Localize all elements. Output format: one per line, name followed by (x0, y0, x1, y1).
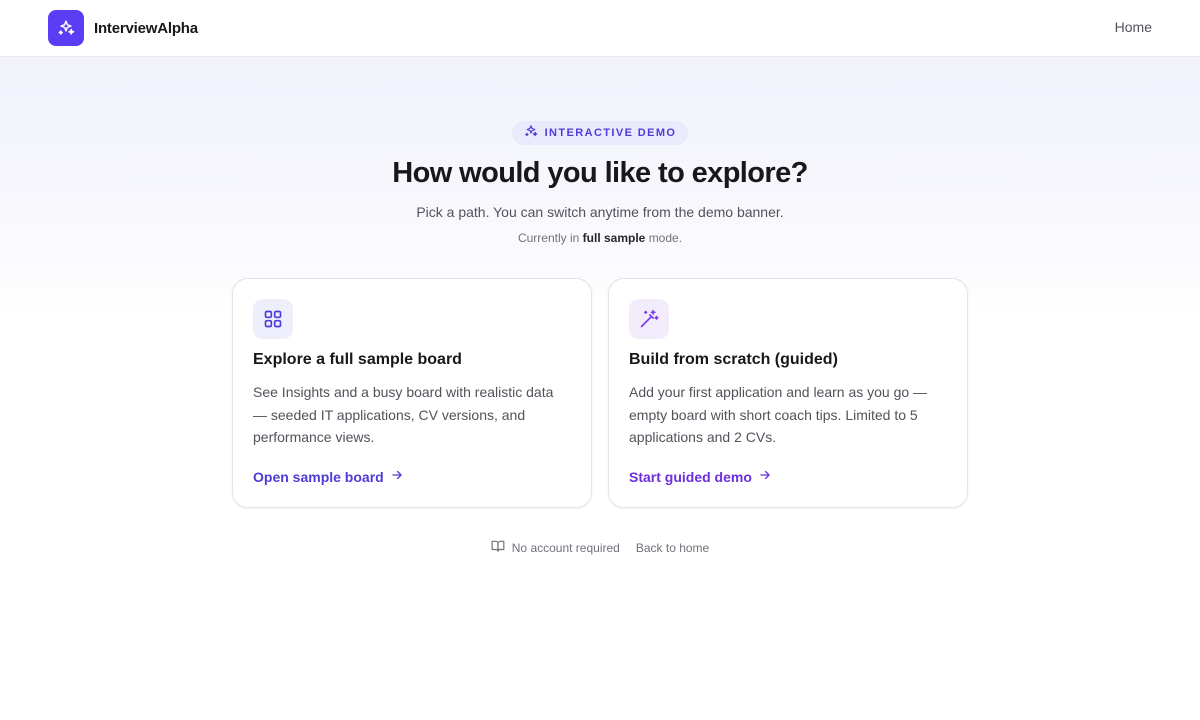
guided-demo-card[interactable]: Build from scratch (guided) Add your fir… (608, 278, 968, 508)
nav-home-link[interactable]: Home (1115, 19, 1152, 35)
card-description: Add your first application and learn as … (629, 384, 928, 445)
no-account-note: No account required (491, 539, 620, 556)
badge-label: INTERACTIVE DEMO (544, 127, 677, 139)
mode-suffix: mode. (648, 231, 683, 245)
book-open-icon (491, 539, 505, 556)
grid-icon (253, 299, 293, 339)
footer-links: No account required Back to home (0, 539, 1200, 556)
sample-board-card[interactable]: Explore a full sample board See Insights… (232, 278, 592, 508)
page-title: How would you like to explore? (392, 157, 808, 189)
sparkles-logo-icon (48, 10, 84, 46)
card-link-label: Open sample board (253, 468, 384, 485)
interactive-demo-badge: INTERACTIVE DEMO (512, 121, 688, 145)
no-account-label: No account required (511, 540, 620, 555)
arrow-right-icon (758, 468, 772, 485)
card-description: See Insights and a busy board with reali… (253, 384, 554, 445)
current-mode-text: Currently in full sample mode. (0, 231, 1200, 245)
sparkles-icon (524, 124, 538, 143)
card-title: Explore a full sample board (253, 351, 462, 368)
brand-name: InterviewAlpha (94, 19, 198, 37)
mode-value: full sample (582, 231, 646, 245)
arrow-right-icon (390, 468, 404, 485)
magic-wand-icon (629, 299, 669, 339)
mode-prefix: Currently in (517, 231, 580, 245)
card-link-label: Start guided demo (629, 468, 752, 485)
brand[interactable]: InterviewAlpha (48, 10, 198, 46)
card-title: Build from scratch (guided) (629, 351, 838, 368)
open-sample-board-link[interactable]: Open sample board (253, 468, 404, 485)
start-guided-demo-link[interactable]: Start guided demo (629, 468, 772, 485)
page-subtitle: Pick a path. You can switch anytime from… (416, 204, 784, 220)
back-to-home-link[interactable]: Back to home (636, 541, 709, 555)
top-navbar: InterviewAlpha Home (0, 0, 1200, 57)
